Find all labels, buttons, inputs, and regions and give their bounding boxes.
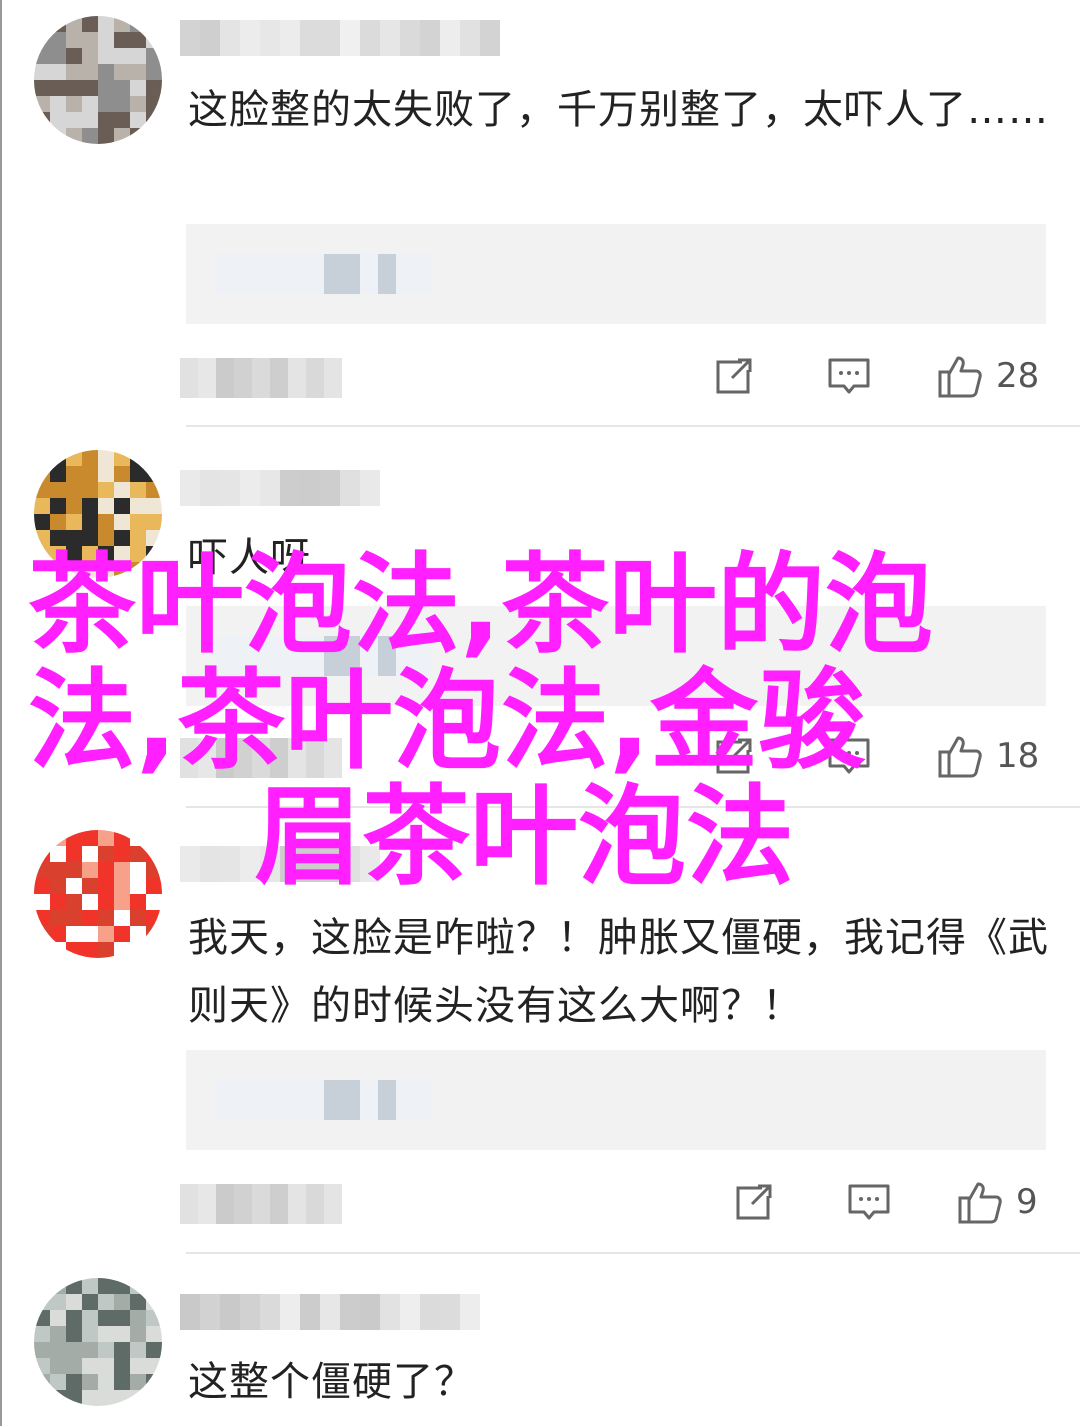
comment-icon (826, 354, 872, 398)
reply-button[interactable] (846, 1176, 892, 1228)
avatar[interactable] (34, 16, 162, 144)
divider (186, 1252, 1080, 1254)
like-button[interactable]: 9 (956, 1176, 1038, 1228)
watermark-line: 眉茶叶泡法 (254, 775, 795, 900)
watermark-line: 法,茶叶泡法,金骏 (28, 659, 867, 784)
thumbs-up-icon (936, 352, 984, 400)
timestamp-blurred (180, 358, 342, 398)
like-count: 28 (996, 356, 1040, 396)
comment-item: 这脸整的太失败了，千万别整了，太吓人了…… 28 (0, 0, 1080, 430)
comment-text: 我天，这脸是咋啦？！肿胀又僵硬，我记得《武则天》的时候头没有这么大啊？！ (188, 915, 1049, 1029)
share-button[interactable] (712, 350, 756, 402)
username-blurred[interactable] (180, 470, 380, 506)
like-count: 9 (1016, 1182, 1038, 1222)
share-icon (732, 1180, 776, 1224)
share-button[interactable] (732, 1176, 776, 1228)
reply-preview[interactable] (186, 224, 1046, 324)
watermark-line: 茶叶泡法,茶叶的泡 (28, 543, 934, 668)
avatar[interactable] (34, 1278, 162, 1406)
like-button[interactable]: 28 (936, 350, 1039, 402)
reply-blurred-text (216, 1080, 432, 1120)
comment-icon (846, 1180, 892, 1224)
username-blurred[interactable] (180, 20, 500, 56)
timestamp-blurred (180, 1184, 342, 1224)
thumbs-up-icon (956, 1178, 1004, 1226)
reply-preview[interactable] (186, 1050, 1046, 1150)
reply-blurred-text (216, 254, 432, 294)
username-blurred[interactable] (180, 1294, 480, 1330)
comment-text: 这整个僵硬了？ (188, 1359, 475, 1405)
share-icon (712, 354, 756, 398)
comment-item: 这整个僵硬了？ (0, 1256, 1080, 1426)
reply-button[interactable] (826, 350, 872, 402)
comment-text: 这脸整的太失败了，千万别整了，太吓人了…… (188, 87, 1049, 133)
watermark-overlay: 茶叶泡法,茶叶的泡 法,茶叶泡法,金骏 眉茶叶泡法 (28, 548, 1028, 896)
divider (186, 425, 1080, 427)
